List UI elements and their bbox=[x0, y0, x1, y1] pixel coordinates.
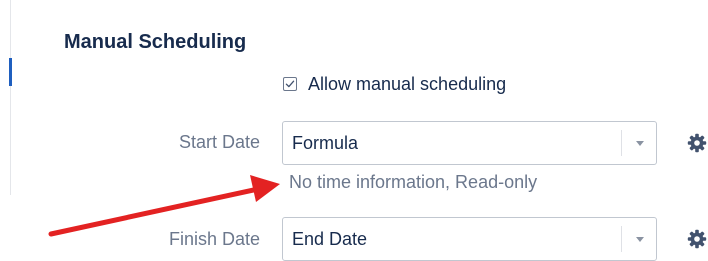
finish-date-label: Finish Date bbox=[168, 229, 260, 249]
chevron-down-icon[interactable] bbox=[636, 141, 644, 146]
start-date-select[interactable]: Formula bbox=[282, 121, 657, 165]
gear-icon[interactable] bbox=[687, 229, 707, 249]
left-divider bbox=[10, 0, 11, 195]
active-indicator bbox=[9, 58, 12, 86]
checkmark-icon bbox=[285, 80, 295, 88]
allow-manual-scheduling-label: Allow manual scheduling bbox=[308, 73, 507, 94]
allow-manual-scheduling-option[interactable]: Allow manual scheduling bbox=[283, 72, 506, 96]
allow-manual-scheduling-checkbox[interactable] bbox=[283, 77, 297, 91]
select-divider bbox=[621, 226, 622, 252]
section-title: Manual Scheduling bbox=[64, 31, 247, 53]
select-divider bbox=[621, 130, 622, 156]
start-date-selected-value: Formula bbox=[292, 133, 359, 153]
finish-date-select[interactable]: End Date bbox=[282, 217, 657, 261]
finish-date-selected-value: End Date bbox=[292, 229, 368, 249]
chevron-down-icon[interactable] bbox=[636, 237, 644, 242]
start-date-hint: No time information, Read-only bbox=[289, 172, 538, 192]
gear-icon[interactable] bbox=[687, 133, 707, 153]
start-date-label: Start Date bbox=[178, 132, 260, 152]
